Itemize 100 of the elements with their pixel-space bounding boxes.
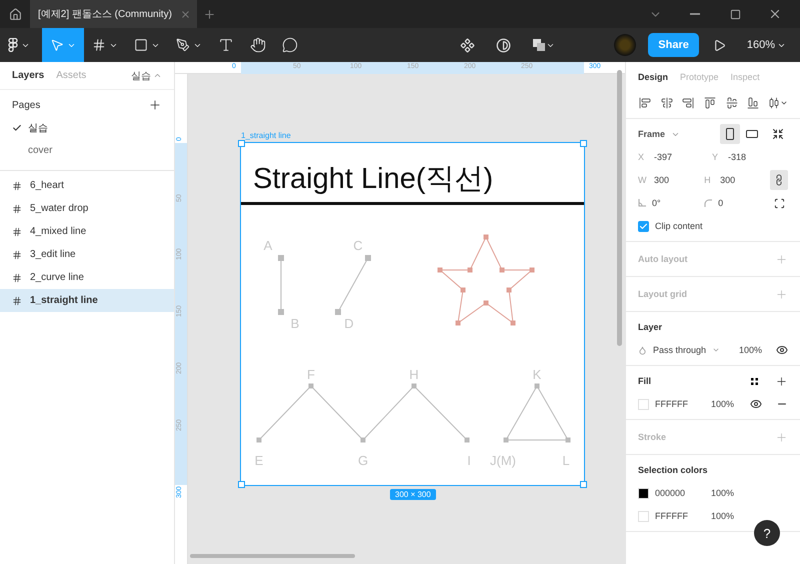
- number-field[interactable]: 0°: [652, 198, 661, 208]
- layer-item[interactable]: 2_curve line: [0, 266, 174, 289]
- pen-icon: [176, 38, 190, 52]
- layer-item[interactable]: 6_heart: [0, 174, 174, 197]
- scrollbar[interactable]: [617, 70, 622, 346]
- plus-icon: [148, 98, 162, 112]
- eye-icon[interactable]: [776, 344, 788, 356]
- line-segment: [335, 255, 371, 315]
- line-segment: [278, 255, 284, 315]
- shrink-icon: [772, 128, 784, 140]
- distribute-button[interactable]: [768, 96, 788, 110]
- caret-icon: [712, 346, 720, 354]
- align-icon: [660, 97, 673, 109]
- angle-icon: [638, 199, 646, 207]
- eye-icon[interactable]: [750, 398, 762, 410]
- square-icon: [134, 38, 148, 52]
- layer-item[interactable]: 1_straight line: [0, 289, 174, 312]
- close-icon: [180, 8, 191, 20]
- opacity-field[interactable]: 100%: [711, 511, 734, 521]
- section-title: Stroke: [638, 432, 666, 442]
- zoom-menu[interactable]: 160%: [740, 38, 792, 52]
- align-button[interactable]: [681, 96, 696, 110]
- corner-radius-icon: [704, 199, 712, 207]
- add-page-button[interactable]: [148, 98, 162, 112]
- section-title: Auto layout: [638, 254, 688, 264]
- scrollbar[interactable]: [190, 554, 355, 558]
- align-icon: [704, 97, 716, 109]
- align-button[interactable]: [660, 96, 674, 110]
- distribute-icon: [768, 97, 780, 109]
- maximize-icon: [730, 8, 740, 20]
- layer-item[interactable]: 4_mixed line: [0, 220, 174, 243]
- contrast-icon: [496, 38, 510, 52]
- plus-icon: [203, 8, 216, 20]
- number-field[interactable]: -397: [654, 152, 672, 162]
- blend-mode-menu[interactable]: Pass through: [653, 345, 706, 355]
- resize-handle[interactable]: [580, 481, 587, 488]
- text-icon: [218, 37, 234, 53]
- opacity-field[interactable]: 100%: [738, 345, 762, 355]
- styles-icon[interactable]: [751, 378, 758, 384]
- play-icon: [713, 38, 726, 52]
- hex-field[interactable]: 000000: [655, 488, 705, 498]
- align-button[interactable]: [724, 96, 739, 110]
- home-icon: [8, 8, 22, 20]
- section-title: Layer: [638, 322, 662, 332]
- hand-icon: [250, 37, 266, 53]
- panel-tab[interactable]: Layers: [12, 70, 44, 81]
- color-swatch[interactable]: [638, 510, 649, 522]
- color-swatch[interactable]: [638, 398, 649, 410]
- hex-field[interactable]: FFFFFF: [655, 511, 705, 521]
- number-field[interactable]: 300: [654, 175, 670, 185]
- align-icon: [682, 97, 694, 109]
- field-label: Y: [712, 152, 720, 162]
- portrait-button[interactable]: [720, 124, 740, 144]
- caret-icon: [153, 71, 162, 80]
- number-field[interactable]: -318: [728, 152, 746, 162]
- frame-icon: [12, 272, 22, 282]
- page-item[interactable]: cover: [0, 139, 174, 162]
- close-icon: [768, 7, 782, 21]
- minimize-icon: [690, 13, 700, 15]
- align-button[interactable]: [638, 96, 652, 110]
- page-menu[interactable]: 실습: [131, 68, 162, 82]
- diamonds-icon: [460, 38, 474, 52]
- landscape-icon: [746, 130, 758, 138]
- resize-handle[interactable]: [238, 481, 245, 488]
- frame-menu[interactable]: Frame: [638, 129, 666, 139]
- layer-item[interactable]: 3_edit line: [0, 243, 174, 266]
- triangle-shape: [504, 384, 570, 442]
- number-field[interactable]: 0: [718, 198, 724, 208]
- corners-icon: [774, 198, 785, 208]
- panel-tab[interactable]: Design: [638, 72, 668, 82]
- frame-icon: [12, 226, 22, 236]
- resize-handle[interactable]: [238, 140, 245, 147]
- field-label: X: [638, 152, 646, 162]
- logo-icon: [8, 38, 18, 52]
- align-button[interactable]: [702, 96, 717, 110]
- comment-icon: [282, 37, 298, 53]
- hex-field[interactable]: FFFFFF: [655, 399, 705, 409]
- plus-icon: [774, 430, 788, 444]
- resize-handle[interactable]: [580, 140, 587, 147]
- checkbox[interactable]: [638, 220, 649, 232]
- section-title: Layout grid: [638, 289, 687, 299]
- color-swatch[interactable]: [638, 488, 649, 498]
- frame-icon: [12, 180, 22, 190]
- page-item[interactable]: 실습: [0, 116, 174, 139]
- file-tab[interactable]: [예제2] 팬돌소스 (Community): [30, 0, 197, 28]
- opacity-field[interactable]: 100%: [711, 488, 734, 498]
- frame-icon: [92, 38, 106, 52]
- frame-icon: [12, 204, 22, 214]
- align-button[interactable]: [746, 96, 760, 110]
- number-field[interactable]: 300: [720, 175, 736, 185]
- constrain-button[interactable]: [770, 170, 788, 190]
- pointer-icon: [50, 38, 64, 52]
- caret-icon: [780, 99, 788, 107]
- plus-icon: [774, 374, 788, 388]
- size-badge: 300 × 300: [390, 489, 436, 500]
- opacity-field[interactable]: 100%: [711, 399, 734, 409]
- plus-icon: [774, 288, 788, 300]
- field-label: H: [704, 175, 712, 185]
- help-button[interactable]: ?: [754, 520, 780, 546]
- layer-item[interactable]: 5_water drop: [0, 197, 174, 220]
